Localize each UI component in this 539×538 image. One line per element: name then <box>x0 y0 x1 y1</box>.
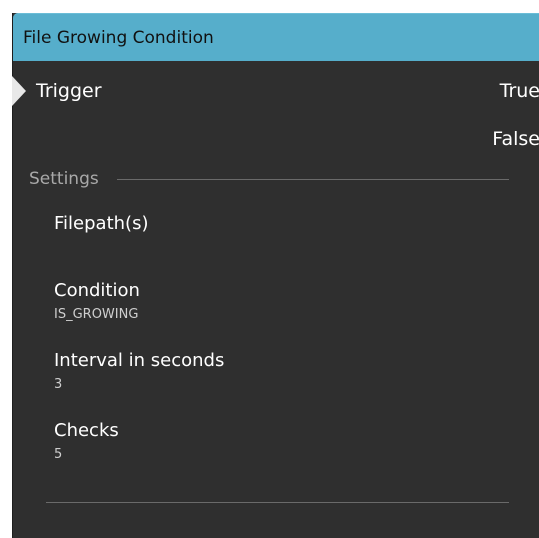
setting-name: Checks <box>54 420 119 441</box>
input-port-trigger[interactable]: Trigger <box>36 80 102 102</box>
bottom-divider <box>46 502 509 503</box>
file-growing-condition-node[interactable]: File Growing Condition Trigger True Fals… <box>12 13 539 538</box>
setting-interval[interactable]: Interval in seconds 3 <box>54 350 224 394</box>
input-port-row: Trigger True <box>12 76 539 110</box>
setting-value: 3 <box>54 377 63 392</box>
node-header[interactable]: File Growing Condition <box>13 13 539 61</box>
setting-name: Condition <box>54 280 140 301</box>
output-port-row: False <box>13 124 539 158</box>
setting-value: 5 <box>54 447 63 462</box>
setting-condition[interactable]: Condition IS_GROWING <box>54 280 140 324</box>
setting-filepaths[interactable]: Filepath(s) <box>54 213 148 239</box>
setting-checks[interactable]: Checks 5 <box>54 420 119 464</box>
settings-divider <box>117 179 509 180</box>
output-port-true[interactable]: True <box>500 80 539 102</box>
output-port-false[interactable]: False <box>492 128 539 150</box>
input-port-arrow-icon[interactable] <box>12 76 26 106</box>
setting-name: Interval in seconds <box>54 350 225 371</box>
setting-value: IS_GROWING <box>54 307 139 322</box>
setting-name: Filepath(s) <box>54 213 149 234</box>
settings-section-label: Settings <box>29 169 99 189</box>
node-title: File Growing Condition <box>23 28 214 48</box>
